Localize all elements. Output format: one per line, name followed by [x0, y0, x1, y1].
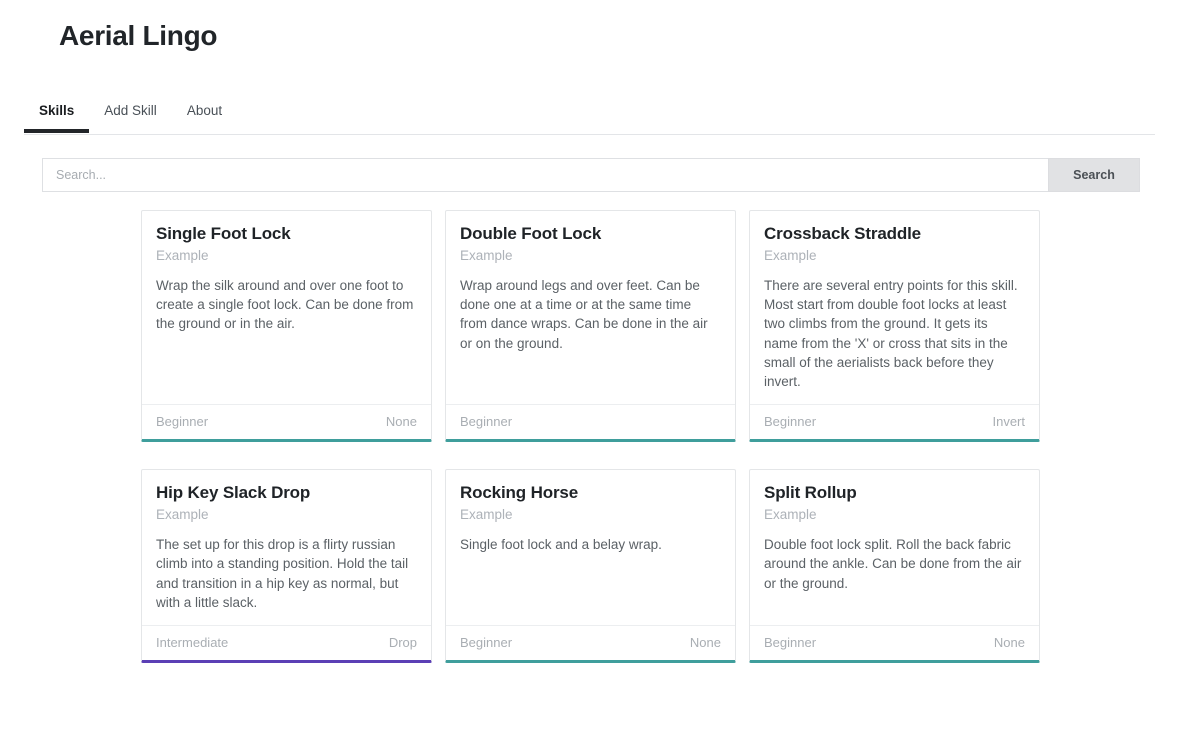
skill-level-label: Intermediate: [156, 635, 229, 651]
tab-about[interactable]: About: [172, 100, 237, 132]
tab-skills[interactable]: Skills: [24, 100, 90, 133]
skill-level-label: Beginner: [460, 635, 513, 651]
skill-card-title: Split Rollup: [764, 483, 857, 503]
skill-card-description: The set up for this drop is a flirty rus…: [156, 537, 409, 610]
skill-card-footer: Beginner: [446, 404, 735, 439]
skill-card-footer: Beginner None: [142, 404, 431, 439]
skill-family-label: Drop: [388, 635, 417, 651]
skill-family-label: None: [993, 635, 1025, 651]
skill-card[interactable]: Hip Key Slack Drop Example The set up for …: [141, 469, 432, 664]
skill-card-grid: Single Foot Lock Example Wrap the silk aro…: [141, 210, 1042, 664]
skill-card-body: Single Foot Lock Example Wrap the silk aro…: [142, 211, 431, 404]
skill-card-title: Double Foot Lock: [460, 224, 602, 243]
app-root: Aerial Lingo Skills Add Skill About Sear…: [0, 0, 1183, 729]
skill-card-title: Single Foot Lock: [156, 224, 291, 243]
search-button[interactable]: Search: [1048, 158, 1140, 192]
skill-level-label: Beginner: [764, 414, 817, 430]
skill-card-subtitle: Example: [156, 248, 209, 263]
skill-card-body: Hip Key Slack Drop Example The set up for …: [142, 470, 431, 625]
skill-card-body: Rocking Horse Example Single foot lock and…: [446, 470, 735, 625]
search-input[interactable]: [42, 158, 1048, 192]
tab-add-skill[interactable]: Add Skill: [89, 100, 172, 132]
skill-card-body: Double Foot Lock Example Wrap around legs …: [446, 211, 735, 404]
skill-card-title: Hip Key Slack Drop: [156, 483, 311, 503]
skill-card-body: Crossback Straddle Example There are sever…: [750, 211, 1039, 404]
skill-card-description: Double foot lock split. Roll the back fa…: [764, 537, 1022, 591]
skill-level-label: Beginner: [764, 635, 817, 651]
skill-level-label: Beginner: [156, 414, 209, 430]
skill-level-label: Beginner: [460, 414, 513, 430]
search-form: Search: [42, 158, 1140, 192]
skill-card-subtitle: Example: [460, 248, 513, 263]
skill-card-subtitle: Example: [460, 507, 513, 523]
skill-card-subtitle: Example: [156, 507, 209, 523]
tab-bar: Skills Add Skill About: [24, 100, 1155, 135]
skill-card-footer: Beginner None: [750, 625, 1039, 660]
skill-card-footer: Beginner Invert: [750, 404, 1039, 439]
skill-family-label: Invert: [992, 414, 1025, 430]
skill-card-footer: Beginner None: [446, 625, 735, 660]
page-title: Aerial Lingo: [59, 20, 218, 51]
skill-card[interactable]: Single Foot Lock Example Wrap the silk aro…: [141, 210, 432, 443]
skill-card[interactable]: Rocking Horse Example Single foot lock and…: [445, 469, 736, 664]
skill-card-subtitle: Example: [764, 507, 817, 523]
skill-card-description: Wrap around legs and over feet. Can be d…: [460, 278, 708, 351]
skill-card-footer: Intermediate Drop: [142, 625, 431, 660]
skill-card-title: Crossback Straddle: [764, 224, 921, 243]
skill-card-title: Rocking Horse: [460, 483, 579, 503]
skill-card-subtitle: Example: [764, 248, 817, 263]
skill-card-description: There are several entry points for this …: [764, 278, 1018, 390]
skill-card[interactable]: Split Rollup Example Double foot lock spli…: [749, 469, 1040, 664]
skill-card[interactable]: Crossback Straddle Example There are sever…: [749, 210, 1040, 443]
skill-family-label: None: [689, 635, 721, 651]
skill-card-body: Split Rollup Example Double foot lock spli…: [750, 470, 1039, 625]
skill-family-label: None: [385, 414, 417, 430]
skill-card[interactable]: Double Foot Lock Example Wrap around legs …: [445, 210, 736, 443]
skill-card-description: Wrap the silk around and over one foot t…: [156, 278, 414, 332]
skill-card-description: Single foot lock and a belay wrap.: [460, 537, 662, 553]
